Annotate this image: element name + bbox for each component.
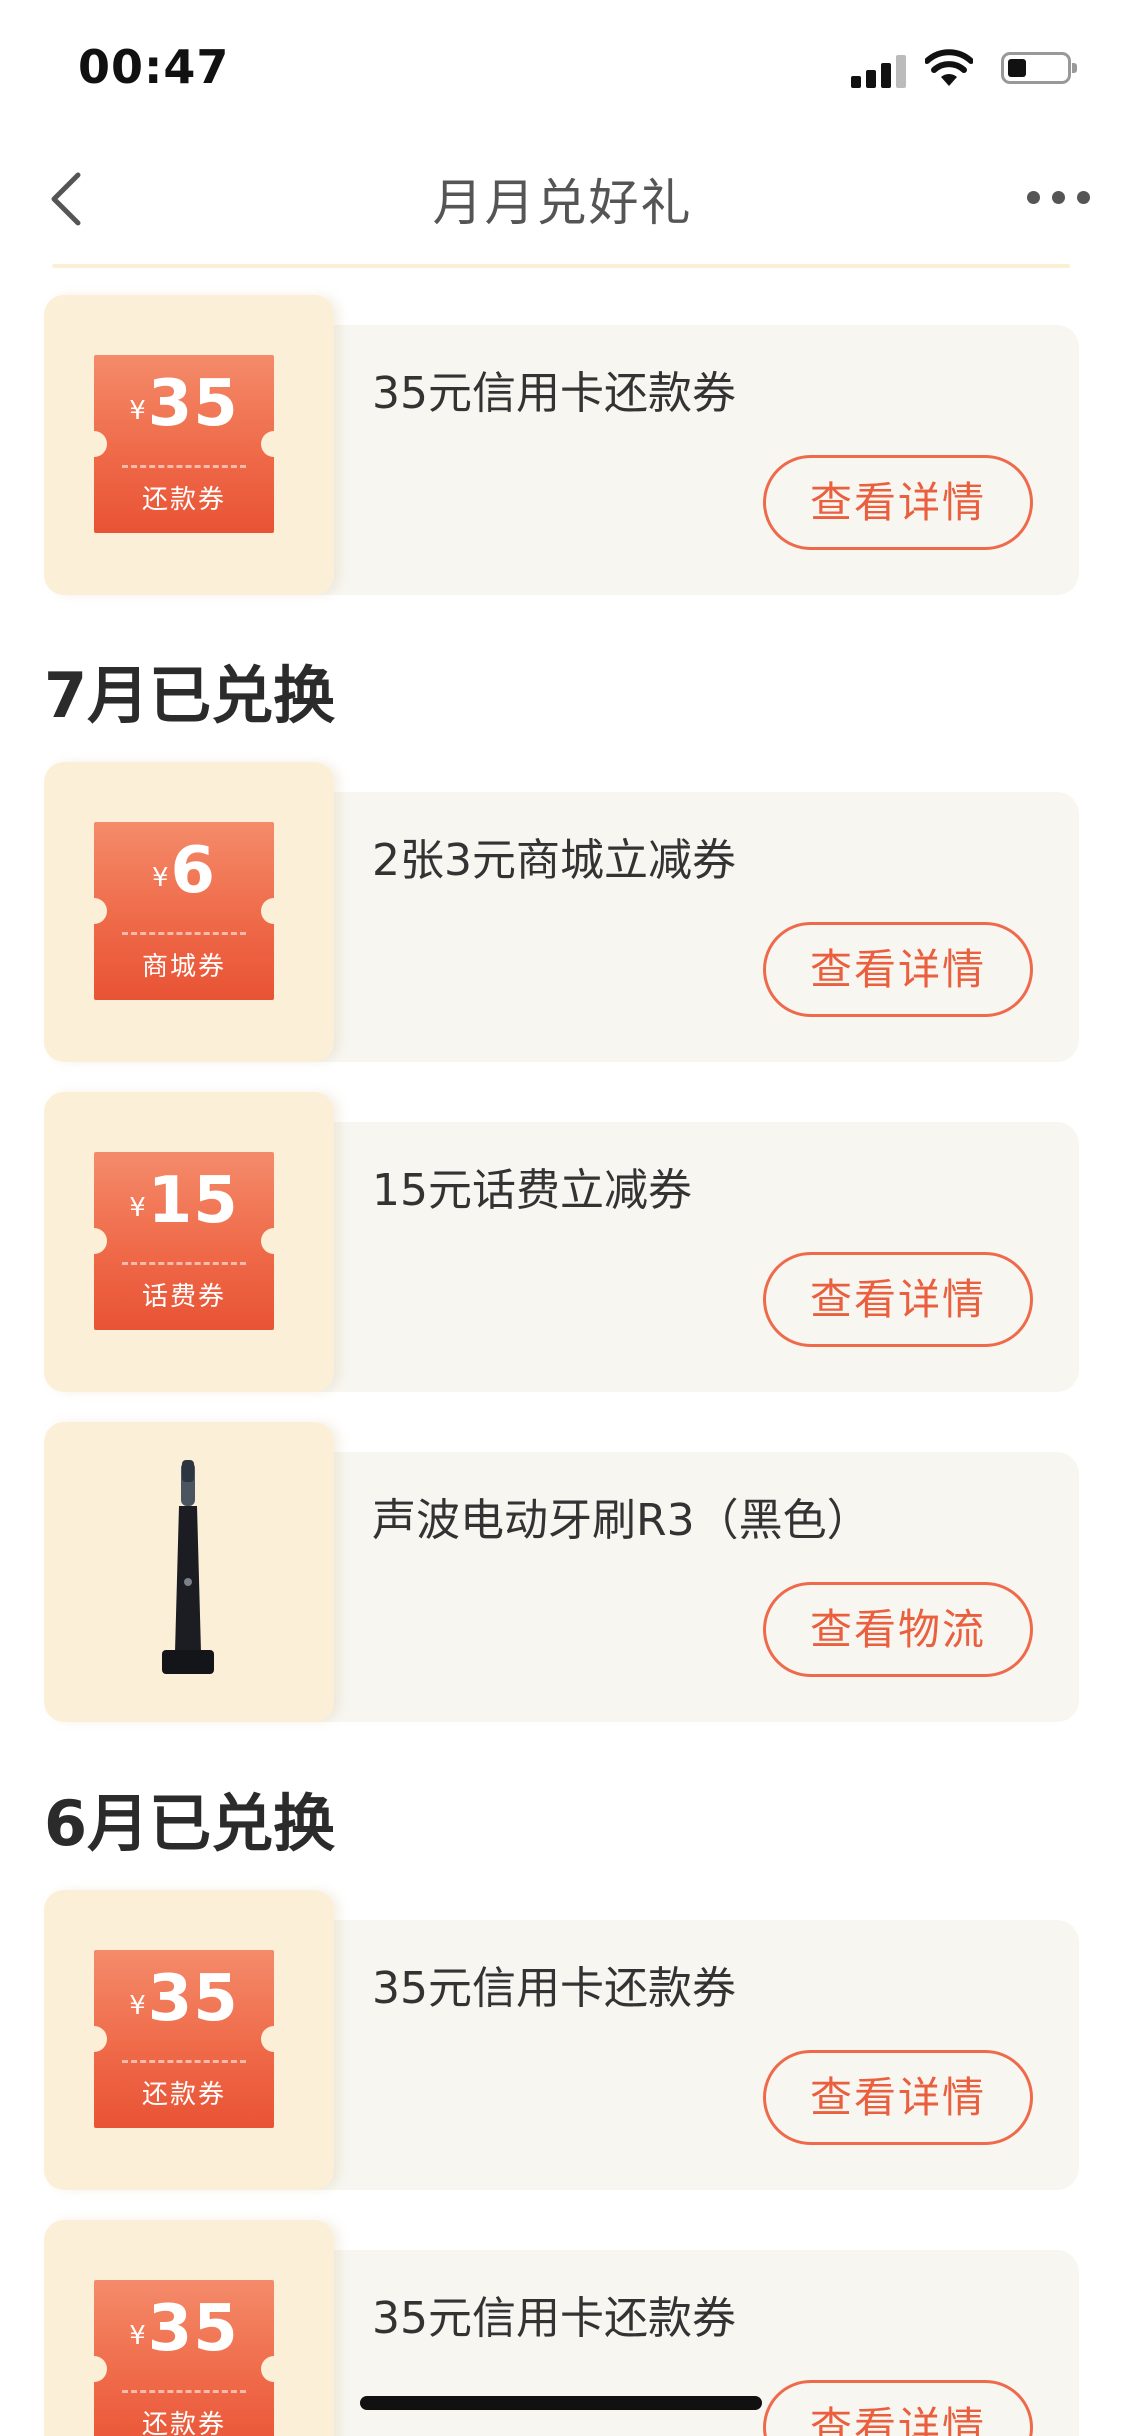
wifi-icon bbox=[924, 48, 974, 88]
coupon-ticket: ¥35 还款券 bbox=[94, 1950, 274, 2128]
item-name: 35元信用卡还款券 bbox=[372, 2293, 736, 2344]
coupon-ticket: ¥35 还款券 bbox=[94, 2280, 274, 2436]
coupon-label: 还款券 bbox=[141, 2410, 226, 2436]
cellular-signal-icon bbox=[851, 52, 907, 88]
coupon-value: 35 bbox=[147, 367, 239, 441]
coupon-amount: ¥35 bbox=[94, 367, 274, 441]
list-item: ¥35 还款券 35元信用卡还款券 查看详情 bbox=[44, 1890, 1079, 2190]
view-details-button[interactable]: 查看详情 bbox=[763, 1252, 1033, 1347]
list-item: 声波电动牙刷R3（黑色） 查看物流 bbox=[44, 1422, 1079, 1722]
coupon-amount: ¥6 bbox=[94, 834, 274, 908]
coupon-thumbnail: ¥6 商城券 bbox=[44, 762, 334, 1062]
item-name: 15元话费立减券 bbox=[372, 1165, 692, 1216]
section-title-july: 7月已兑换 bbox=[44, 659, 336, 732]
nav-bar: 月月兑好礼 bbox=[0, 135, 1125, 260]
view-details-button[interactable]: 查看详情 bbox=[763, 455, 1033, 550]
yen-symbol: ¥ bbox=[151, 863, 169, 893]
coupon-ticket: ¥35 还款券 bbox=[94, 355, 274, 533]
item-name: 声波电动牙刷R3（黑色） bbox=[372, 1495, 871, 1546]
page-title: 月月兑好礼 bbox=[432, 174, 693, 232]
product-thumbnail bbox=[44, 1422, 334, 1722]
item-name: 35元信用卡还款券 bbox=[372, 368, 736, 419]
yen-symbol: ¥ bbox=[129, 1991, 146, 2021]
coupon-value: 35 bbox=[147, 1962, 239, 2036]
coupon-thumbnail: ¥35 还款券 bbox=[44, 295, 334, 595]
redemption-list: ¥35 还款券 35元信用卡还款券 查看详情 7月已兑换 ¥6 商城券 2张3元… bbox=[0, 260, 1125, 2436]
coupon-value: 35 bbox=[147, 2292, 239, 2366]
coupon-amount: ¥35 bbox=[94, 1962, 274, 2036]
coupon-label: 商城券 bbox=[141, 952, 226, 982]
view-logistics-button[interactable]: 查看物流 bbox=[763, 1582, 1033, 1677]
more-options-icon[interactable] bbox=[1027, 187, 1091, 207]
section-title-june: 6月已兑换 bbox=[44, 1787, 336, 1860]
item-name: 2张3元商城立减券 bbox=[372, 835, 736, 886]
battery-icon bbox=[1001, 52, 1077, 84]
status-bar: 00:47 bbox=[0, 0, 1125, 135]
coupon-ticket: ¥15 话费券 bbox=[94, 1152, 274, 1330]
list-item: ¥6 商城券 2张3元商城立减券 查看详情 bbox=[44, 762, 1079, 1062]
yen-symbol: ¥ bbox=[129, 2321, 146, 2351]
coupon-label: 还款券 bbox=[141, 485, 226, 515]
list-item: ¥35 还款券 35元信用卡还款券 查看详情 bbox=[44, 295, 1079, 595]
coupon-thumbnail: ¥35 还款券 bbox=[44, 2220, 334, 2436]
view-details-button[interactable]: 查看详情 bbox=[763, 2050, 1033, 2145]
item-name: 35元信用卡还款券 bbox=[372, 1963, 736, 2014]
yen-symbol: ¥ bbox=[129, 396, 146, 426]
coupon-label: 还款券 bbox=[141, 2080, 226, 2110]
coupon-thumbnail: ¥15 话费券 bbox=[44, 1092, 334, 1392]
coupon-value: 15 bbox=[147, 1164, 239, 1238]
coupon-thumbnail: ¥35 还款券 bbox=[44, 1890, 334, 2190]
yen-symbol: ¥ bbox=[129, 1193, 146, 1223]
view-details-button[interactable]: 查看详情 bbox=[763, 922, 1033, 1017]
coupon-amount: ¥15 bbox=[94, 1164, 274, 1238]
list-item: ¥15 话费券 15元话费立减券 查看详情 bbox=[44, 1092, 1079, 1392]
coupon-label: 话费券 bbox=[141, 1282, 226, 1312]
coupon-ticket: ¥6 商城券 bbox=[94, 822, 274, 1000]
coupon-value: 6 bbox=[170, 834, 217, 908]
status-time: 00:47 bbox=[78, 40, 230, 94]
divider bbox=[52, 264, 1070, 268]
view-details-button[interactable]: 查看详情 bbox=[763, 2380, 1033, 2436]
toothbrush-image bbox=[144, 1452, 234, 1702]
status-icons bbox=[817, 48, 1077, 88]
home-indicator[interactable] bbox=[360, 2396, 762, 2410]
coupon-amount: ¥35 bbox=[94, 2292, 274, 2366]
